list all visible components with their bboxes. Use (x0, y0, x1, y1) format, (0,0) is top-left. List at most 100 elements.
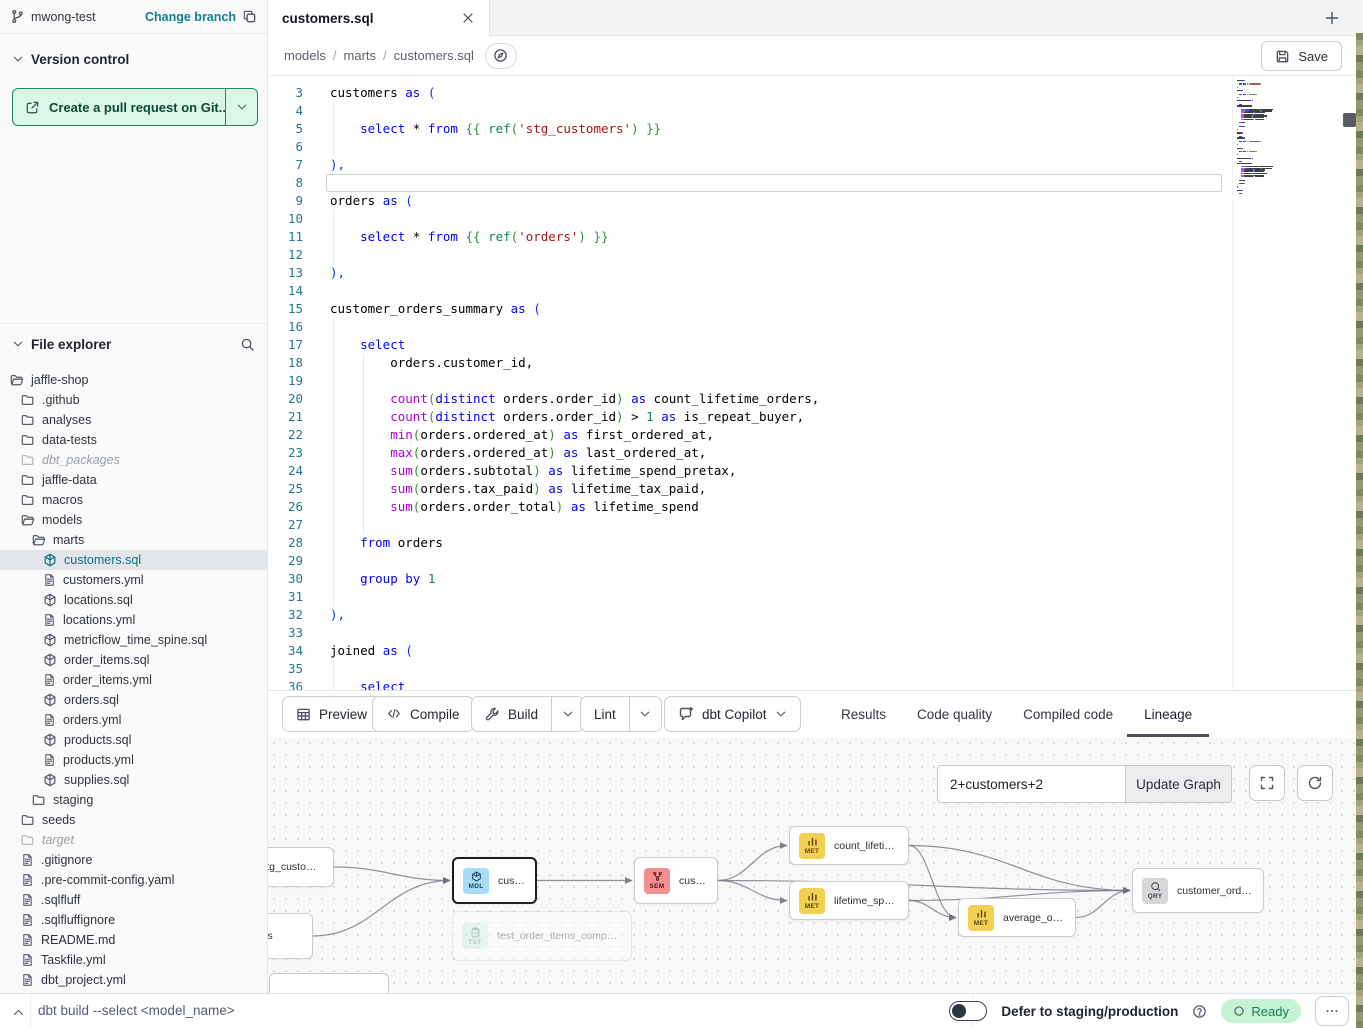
code-line-3[interactable]: 3customers as ( (268, 84, 1232, 102)
code-lines[interactable]: 3customers as (45 select * from {{ ref('… (268, 84, 1232, 690)
code-line-35[interactable]: 35 (268, 660, 1232, 678)
file-row--gitignore[interactable]: .gitignore (0, 850, 267, 870)
file-row-customers-yml[interactable]: customers.yml (0, 570, 267, 590)
file-row-readme-md[interactable]: README.md (0, 930, 267, 950)
lineage-node-test_order_items[interactable]: TSTtest_order_items_compute_to_bools... (452, 911, 632, 961)
lint-dropdown[interactable] (629, 697, 661, 731)
lineage-node-customers_model[interactable]: MDLcustomers (452, 857, 537, 904)
command-input[interactable]: dbt build --select <model_name> (38, 1003, 235, 1018)
breadcrumb-file[interactable]: customers.sql (383, 48, 474, 63)
file-row--pre-commit-config-yaml[interactable]: .pre-commit-config.yaml (0, 870, 267, 890)
tab-code-quality[interactable]: Code quality (917, 691, 992, 737)
file-row-macros[interactable]: macros (0, 490, 267, 510)
editor-minimap[interactable] (1232, 76, 1310, 690)
file-row-analyses[interactable]: analyses (0, 410, 267, 430)
file-row-seeds[interactable]: seeds (0, 810, 267, 830)
code-line-10[interactable]: 10 (268, 210, 1232, 228)
file-row-customers-sql[interactable]: customers.sql (0, 550, 267, 570)
code-editor[interactable]: 3customers as (45 select * from {{ ref('… (268, 76, 1363, 690)
preview-button[interactable]: Preview (282, 696, 381, 732)
code-line-7[interactable]: 7), (268, 156, 1232, 174)
file-row-dbt-project-yml[interactable]: dbt_project.yml (0, 970, 267, 990)
file-row-models[interactable]: models (0, 510, 267, 530)
lineage-panel[interactable]: MDLstg_customersMDLordersMDLcustomersTST… (268, 737, 1363, 993)
code-line-25[interactable]: 25 sum(orders.tax_paid) as lifetime_tax_… (268, 480, 1232, 498)
code-line-21[interactable]: 21 count(distinct orders.order_id) > 1 a… (268, 408, 1232, 426)
code-line-4[interactable]: 4 (268, 102, 1232, 120)
lineage-node-average_order_value[interactable]: METaverage_order_value (958, 898, 1076, 937)
defer-toggle[interactable] (949, 1001, 987, 1021)
lineage-node-lifetime_spend_pretax[interactable]: METlifetime_spend_pretax (789, 881, 909, 920)
refresh-button[interactable] (1297, 765, 1333, 801)
create-pr-caret[interactable] (225, 89, 257, 125)
change-branch-link[interactable]: Change branch (145, 10, 236, 24)
file-row-locations-sql[interactable]: locations.sql (0, 590, 267, 610)
editor-scrollbar-thumb[interactable] (1343, 113, 1356, 127)
code-line-24[interactable]: 24 sum(orders.subtotal) as lifetime_spen… (268, 462, 1232, 480)
dbt-copilot-button[interactable]: dbt Copilot (664, 696, 801, 732)
code-line-36[interactable]: 36 select (268, 678, 1232, 690)
code-line-27[interactable]: 27 (268, 516, 1232, 534)
lineage-node-partial_node[interactable] (269, 973, 389, 993)
copy-icon[interactable] (242, 9, 257, 24)
close-icon[interactable] (461, 11, 475, 25)
lineage-node-count_lifetime_orders[interactable]: METcount_lifetime_orders (789, 826, 909, 865)
code-line-14[interactable]: 14 (268, 282, 1232, 300)
tab-results[interactable]: Results (841, 691, 886, 737)
file-row-taskfile-yml[interactable]: Taskfile.yml (0, 950, 267, 970)
code-line-18[interactable]: 18 orders.customer_id, (268, 354, 1232, 372)
breadcrumb-marts[interactable]: marts (333, 48, 376, 63)
code-line-30[interactable]: 30 group by 1 (268, 570, 1232, 588)
file-row-dbt-packages[interactable]: dbt_packages (0, 450, 267, 470)
code-line-6[interactable]: 6 (268, 138, 1232, 156)
code-line-20[interactable]: 20 count(distinct orders.order_id) as co… (268, 390, 1232, 408)
code-line-5[interactable]: 5 select * from {{ ref('stg_customers') … (268, 120, 1232, 138)
code-line-17[interactable]: 17 select (268, 336, 1232, 354)
code-line-11[interactable]: 11 select * from {{ ref('orders') }} (268, 228, 1232, 246)
file-row-orders-yml[interactable]: orders.yml (0, 710, 267, 730)
compile-button[interactable]: Compile (372, 696, 474, 732)
lineage-filter-input[interactable] (937, 765, 1125, 803)
code-line-23[interactable]: 23 max(orders.ordered_at) as last_ordere… (268, 444, 1232, 462)
file-row-supplies-sql[interactable]: supplies.sql (0, 770, 267, 790)
fullscreen-button[interactable] (1249, 765, 1285, 801)
build-button[interactable]: Build (471, 696, 584, 732)
file-row-orders-sql[interactable]: orders.sql (0, 690, 267, 710)
file-row-data-tests[interactable]: data-tests (0, 430, 267, 450)
lineage-node-customers_semantic[interactable]: SEMcustomers (634, 857, 718, 904)
code-line-29[interactable]: 29 (268, 552, 1232, 570)
file-row-target[interactable]: target (0, 830, 267, 850)
tab-lineage[interactable]: Lineage (1144, 691, 1192, 737)
lint-button[interactable]: Lint (580, 696, 662, 732)
code-line-15[interactable]: 15customer_orders_summary as ( (268, 300, 1232, 318)
lineage-node-customer_order_metrics[interactable]: QRYcustomer_order_metrics (1132, 868, 1264, 913)
code-line-22[interactable]: 22 min(orders.ordered_at) as first_order… (268, 426, 1232, 444)
ide-compass-button[interactable] (485, 43, 517, 69)
file-row-products-yml[interactable]: products.yml (0, 750, 267, 770)
file-row-staging[interactable]: staging (0, 790, 267, 810)
code-line-26[interactable]: 26 sum(orders.order_total) as lifetime_s… (268, 498, 1232, 516)
new-tab-button[interactable] (1319, 5, 1345, 31)
lineage-node-orders[interactable]: MDLorders (268, 913, 313, 959)
code-line-34[interactable]: 34joined as ( (268, 642, 1232, 660)
search-icon[interactable] (240, 337, 255, 352)
version-control-header[interactable]: Version control (0, 42, 267, 76)
code-line-12[interactable]: 12 (268, 246, 1232, 264)
file-row-order-items-sql[interactable]: order_items.sql (0, 650, 267, 670)
save-button[interactable]: Save (1261, 41, 1342, 71)
code-line-9[interactable]: 9orders as ( (268, 192, 1232, 210)
file-row-products-sql[interactable]: products.sql (0, 730, 267, 750)
expand-command-bar-button[interactable] (8, 1002, 28, 1022)
file-row-order-items-yml[interactable]: order_items.yml (0, 670, 267, 690)
build-dropdown[interactable] (551, 697, 583, 731)
create-pr-button[interactable]: Create a pull request on Git... (12, 88, 258, 126)
code-line-13[interactable]: 13), (268, 264, 1232, 282)
file-row--sqlfluff[interactable]: .sqlfluff (0, 890, 267, 910)
code-line-31[interactable]: 31 (268, 588, 1232, 606)
code-line-33[interactable]: 33 (268, 624, 1232, 642)
chevron-down-icon[interactable] (12, 338, 24, 350)
code-line-28[interactable]: 28 from orders (268, 534, 1232, 552)
file-row-jaffle-shop[interactable]: jaffle-shop (0, 370, 267, 390)
more-options-button[interactable] (1315, 996, 1349, 1026)
code-line-16[interactable]: 16 (268, 318, 1232, 336)
